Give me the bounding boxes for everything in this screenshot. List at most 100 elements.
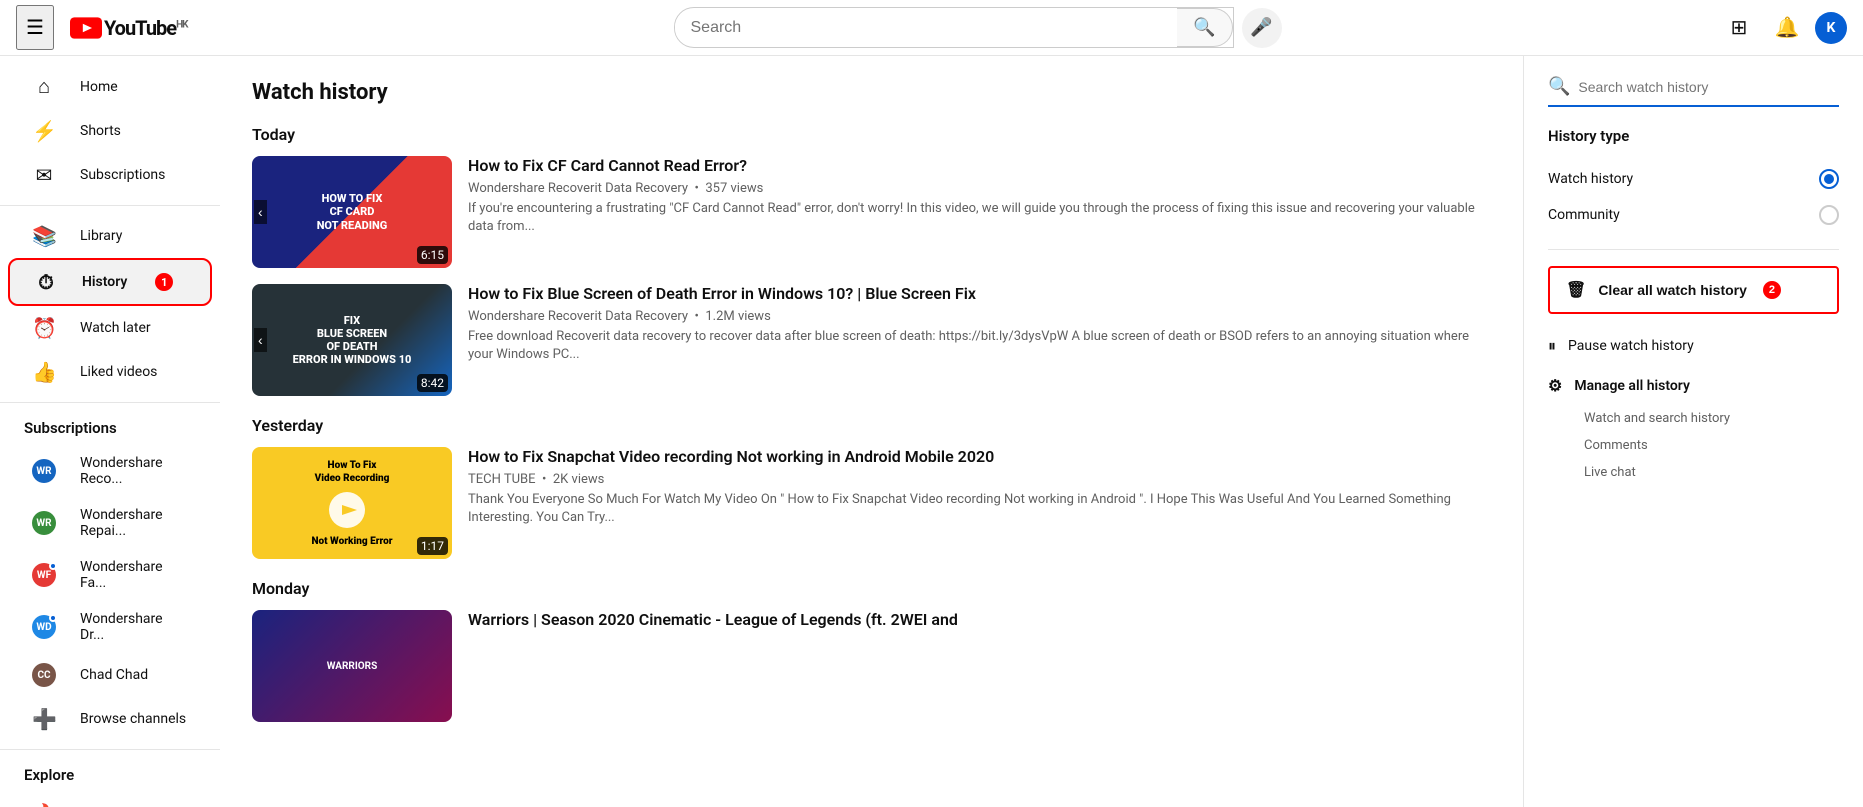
search-input[interactable] xyxy=(675,11,1178,45)
search-history-bar: 🔍 xyxy=(1548,76,1839,107)
sidebar-item-browse-channels[interactable]: ➕ Browse channels xyxy=(8,697,212,741)
sidebar-item-chad-chad[interactable]: CC Chad Chad xyxy=(8,653,212,697)
thumb-text: HOW TO FIXCF CARDNOT READING xyxy=(313,188,392,236)
comments-link[interactable]: Comments xyxy=(1584,432,1839,459)
channel-name[interactable]: TECH TUBE xyxy=(468,472,536,487)
watch-search-link[interactable]: Watch and search history xyxy=(1584,405,1839,432)
library-icon: 📚 xyxy=(32,224,56,248)
video-description: Free download Recoverit data recovery to… xyxy=(468,328,1491,364)
sidebar-item-wondershare-repai[interactable]: WR Wondershare Repai... xyxy=(8,497,212,549)
channel-name[interactable]: Wondershare Recoverit Data Recovery xyxy=(468,309,688,324)
sidebar-item-library[interactable]: 📚 Library xyxy=(8,214,212,258)
sidebar-item-liked-videos[interactable]: 👍 Liked videos xyxy=(8,350,212,394)
clear-badge: 2 xyxy=(1763,281,1781,299)
video-title[interactable]: Warriors | Season 2020 Cinematic - Leagu… xyxy=(468,610,1491,631)
sidebar-divider-2 xyxy=(0,402,220,403)
sidebar-item-shorts[interactable]: ⚡ Shorts xyxy=(8,109,212,153)
search-bar: 🔍 xyxy=(674,7,1234,48)
video-description: If you're encountering a frustrating "CF… xyxy=(468,200,1491,236)
thumb-text: How To FixVideo Recording Not Working Er… xyxy=(307,455,396,552)
video-thumbnail[interactable]: WARRIORS xyxy=(252,610,452,722)
hamburger-menu[interactable]: ☰ xyxy=(16,5,54,50)
clear-watch-history-button[interactable]: 🗑 Clear all watch history 2 xyxy=(1548,266,1839,314)
search-button[interactable]: 🔍 xyxy=(1177,8,1232,47)
sidebar-item-wondershare-dr[interactable]: WD Wondershare Dr... xyxy=(8,601,212,653)
sidebar-item-label: Chad Chad xyxy=(80,667,148,683)
gear-icon: ⚙ xyxy=(1548,376,1562,395)
watch-history-option[interactable]: Watch history xyxy=(1548,161,1839,197)
watch-history-radio[interactable] xyxy=(1819,169,1839,189)
sidebar-item-trending[interactable]: 🔥 Trending xyxy=(8,792,212,807)
video-info: How to Fix Blue Screen of Death Error in… xyxy=(468,284,1491,396)
topnav-right: ⊞ 🔔 K xyxy=(1719,8,1847,48)
logo-country: HK xyxy=(176,19,187,30)
sidebar-item-label: Wondershare Fa... xyxy=(80,559,188,591)
thumb-text: FIXBLUE SCREENOF DEATHERROR IN WINDOWS 1… xyxy=(289,310,416,371)
video-thumbnail[interactable]: HOW TO FIXCF CARDNOT READING 6:15 ‹ xyxy=(252,156,452,268)
right-panel: 🔍 History type Watch history Community 🗑… xyxy=(1523,56,1863,807)
search-history-input[interactable] xyxy=(1578,79,1839,95)
video-title[interactable]: How to Fix Snapchat Video recording Not … xyxy=(468,447,1491,468)
channel-avatar: WR xyxy=(32,511,56,535)
pause-icon: ⏸ xyxy=(1548,336,1556,356)
view-count: 1.2M views xyxy=(705,309,770,324)
sidebar-item-history[interactable]: ⏱ History 1 xyxy=(8,258,212,306)
video-card: HOW TO FIXCF CARDNOT READING 6:15 ‹ How … xyxy=(252,156,1491,268)
thumb-prev[interactable]: ‹ xyxy=(254,200,267,224)
live-chat-link[interactable]: Live chat xyxy=(1584,459,1839,486)
main-content: Watch history Today HOW TO FIXCF CARDNOT… xyxy=(220,56,1523,807)
channel-avatar: WF xyxy=(32,563,56,587)
avatar[interactable]: K xyxy=(1815,12,1847,44)
pause-label: Pause watch history xyxy=(1568,338,1694,354)
create-button[interactable]: ⊞ xyxy=(1719,8,1759,48)
liked-videos-icon: 👍 xyxy=(32,360,56,384)
sidebar-item-label: Browse channels xyxy=(80,711,186,727)
sidebar-item-watch-later[interactable]: ⏰ Watch later xyxy=(8,306,212,350)
video-duration: 8:42 xyxy=(417,374,448,392)
video-description: Thank You Everyone So Much For Watch My … xyxy=(468,491,1491,527)
channel-avatar: WD xyxy=(32,615,56,639)
view-count: 2K views xyxy=(553,472,605,487)
voice-search-button[interactable]: 🎤 xyxy=(1242,8,1282,48)
sidebar-item-label: Home xyxy=(80,79,118,95)
video-card: How To FixVideo Recording Not Working Er… xyxy=(252,447,1491,559)
community-label: Community xyxy=(1548,207,1620,223)
sidebar-item-label: Watch later xyxy=(80,320,151,336)
sidebar-item-label: Wondershare Repai... xyxy=(80,507,188,539)
notifications-button[interactable]: 🔔 xyxy=(1767,8,1807,48)
youtube-logo[interactable]: YouTubeHK xyxy=(70,16,188,40)
radio-dot xyxy=(1824,174,1834,184)
manage-all-history-button[interactable]: ⚙ Manage all history xyxy=(1548,366,1839,405)
channel-avatar: CC xyxy=(32,663,56,687)
video-title[interactable]: How to Fix CF Card Cannot Read Error? xyxy=(468,156,1491,177)
section-today: Today xyxy=(252,125,1491,144)
pause-watch-history-button[interactable]: ⏸ Pause watch history xyxy=(1548,326,1839,366)
video-thumbnail[interactable]: How To FixVideo Recording Not Working Er… xyxy=(252,447,452,559)
thumb-prev[interactable]: ‹ xyxy=(254,328,267,352)
sidebar-item-label: Shorts xyxy=(80,123,121,139)
video-card: WARRIORS Warriors | Season 2020 Cinemati… xyxy=(252,610,1491,722)
community-option[interactable]: Community xyxy=(1548,197,1839,233)
section-monday: Monday xyxy=(252,579,1491,598)
sidebar-item-wondershare-reco[interactable]: WR Wondershare Reco... xyxy=(8,445,212,497)
clear-label: Clear all watch history xyxy=(1598,282,1747,298)
history-icon: ⏱ xyxy=(34,270,58,294)
top-navigation: ☰ YouTubeHK 🔍 🎤 ⊞ 🔔 K xyxy=(0,0,1863,56)
sidebar-item-subscriptions[interactable]: ✉ Subscriptions xyxy=(8,153,212,197)
channel-name[interactable]: Wondershare Recoverit Data Recovery xyxy=(468,181,688,196)
community-radio[interactable] xyxy=(1819,205,1839,225)
video-card: FIXBLUE SCREENOF DEATHERROR IN WINDOWS 1… xyxy=(252,284,1491,396)
sidebar-item-home[interactable]: ⌂ Home xyxy=(8,64,212,109)
video-title[interactable]: How to Fix Blue Screen of Death Error in… xyxy=(468,284,1491,305)
page-title: Watch history xyxy=(252,80,1491,105)
subscriptions-title: Subscriptions xyxy=(0,411,220,445)
video-duration: 1:17 xyxy=(417,537,448,555)
video-channel: Wondershare Recoverit Data Recovery • 1.… xyxy=(468,309,1491,324)
manage-label: Manage all history xyxy=(1574,378,1690,394)
shorts-icon: ⚡ xyxy=(32,119,56,143)
sidebar: ⌂ Home ⚡ Shorts ✉ Subscriptions 📚 Librar… xyxy=(0,56,220,807)
history-badge: 1 xyxy=(155,273,173,291)
video-info: How to Fix CF Card Cannot Read Error? Wo… xyxy=(468,156,1491,268)
sidebar-item-wondershare-fa[interactable]: WF Wondershare Fa... xyxy=(8,549,212,601)
video-thumbnail[interactable]: FIXBLUE SCREENOF DEATHERROR IN WINDOWS 1… xyxy=(252,284,452,396)
